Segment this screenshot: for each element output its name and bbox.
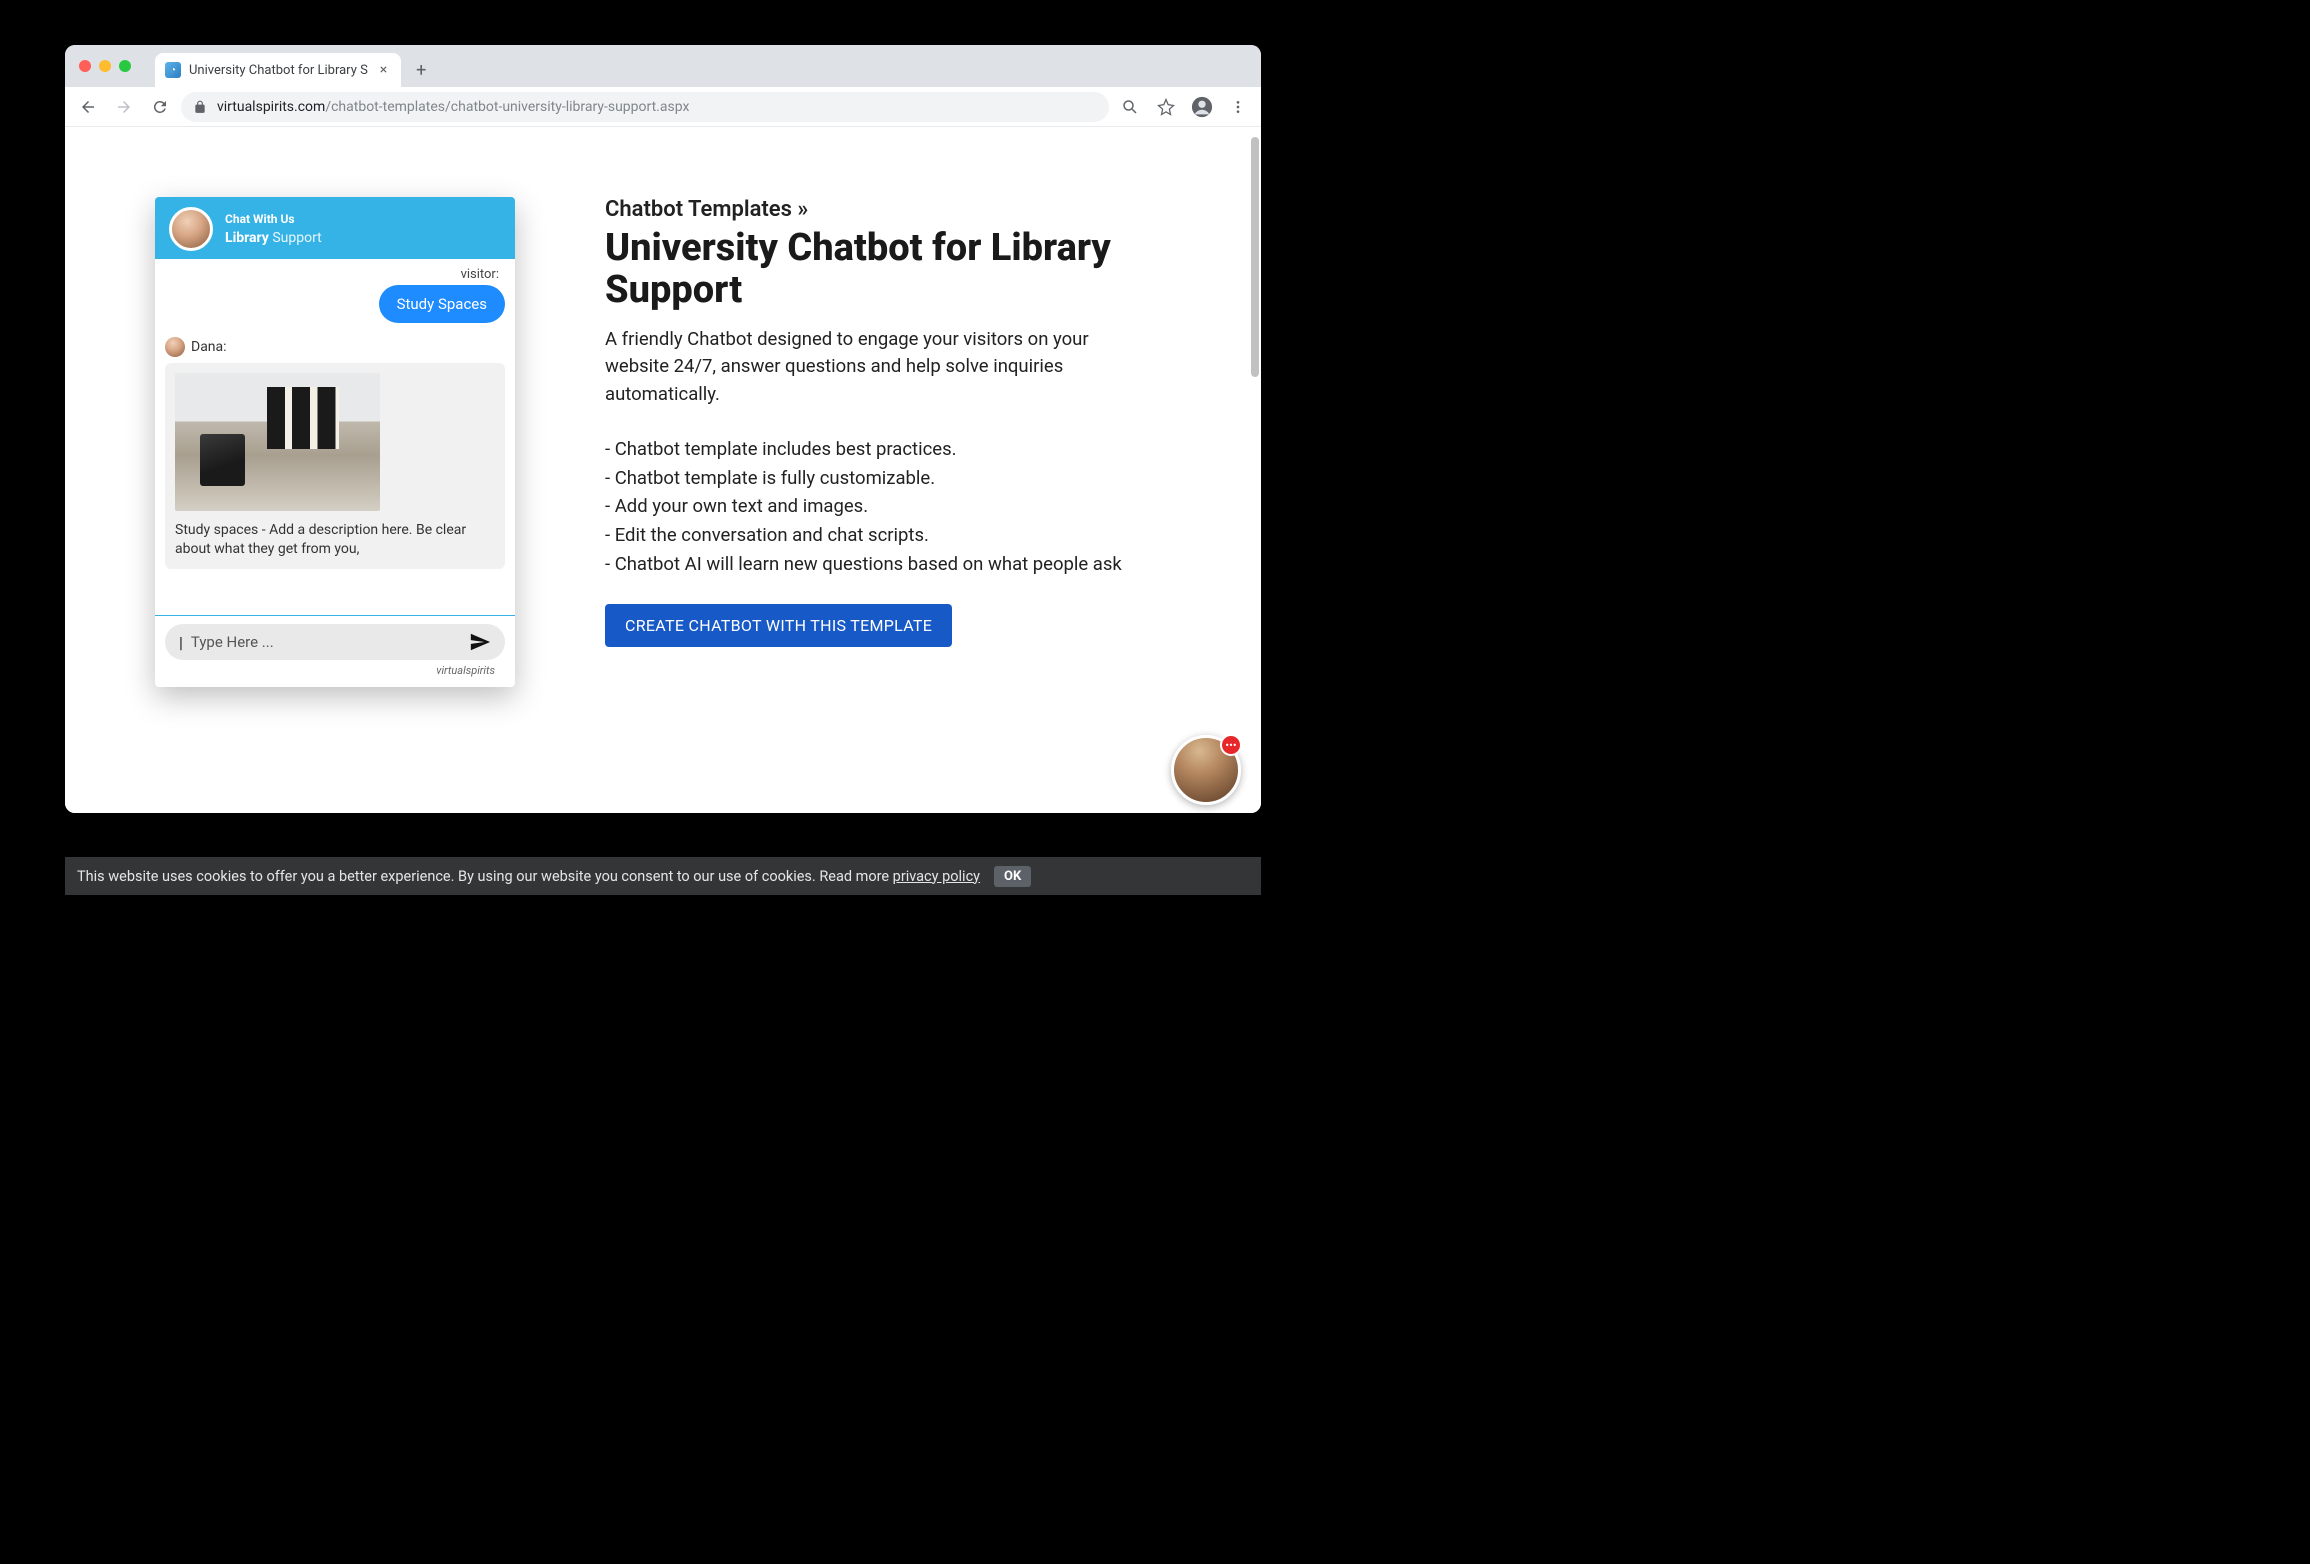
profile-avatar-icon[interactable] — [1187, 92, 1217, 122]
address-bar: virtualspirits.com/chatbot-templates/cha… — [65, 87, 1261, 127]
window-controls — [79, 45, 155, 87]
chat-notification-badge: ••• — [1220, 734, 1242, 756]
chat-input-row: | Type Here ... virtualspirits — [155, 615, 515, 687]
bot-name: Dana: — [191, 339, 227, 355]
feature-item: - Chatbot template is fully customizable… — [605, 464, 1201, 493]
template-info: Chatbot Templates » University Chatbot f… — [605, 157, 1201, 813]
browser-window: ◔ University Chatbot for Library S × + v… — [65, 45, 1261, 813]
feature-item: - Edit the conversation and chat scripts… — [605, 521, 1201, 550]
page-title: University Chatbot for Library Support — [605, 228, 1201, 312]
back-button[interactable] — [73, 92, 103, 122]
maximize-window-button[interactable] — [119, 60, 131, 72]
close-tab-button[interactable]: × — [376, 62, 391, 78]
agent-avatar — [169, 207, 213, 251]
study-space-image — [175, 373, 380, 511]
page-content: Chat With Us Library Support visitor: St… — [65, 127, 1261, 813]
reload-button[interactable] — [145, 92, 175, 122]
bot-name-row: Dana: — [165, 337, 505, 357]
tab-bar: ◔ University Chatbot for Library S × + — [65, 45, 1261, 87]
chat-footer-brand: virtualspirits — [165, 660, 505, 683]
text-cursor-icon: | — [179, 633, 183, 652]
chat-body: visitor: Study Spaces Dana: Study spaces… — [155, 259, 515, 615]
cookie-text: This website uses cookies to offer you a… — [77, 868, 980, 885]
floating-chat-launcher[interactable]: ••• — [1171, 735, 1241, 805]
chat-with-label: Chat With Us — [225, 212, 322, 226]
bookmark-star-icon[interactable] — [1151, 92, 1181, 122]
chat-text-input[interactable]: | Type Here ... — [165, 624, 505, 660]
url-input[interactable]: virtualspirits.com/chatbot-templates/cha… — [181, 92, 1109, 122]
page-scrollbar[interactable] — [1251, 137, 1259, 377]
cookie-ok-button[interactable]: OK — [994, 866, 1031, 887]
bot-message-card: Study spaces - Add a description here. B… — [165, 363, 505, 569]
tab-title: University Chatbot for Library S — [189, 63, 368, 78]
chat-widget: Chat With Us Library Support visitor: St… — [155, 197, 515, 687]
visitor-label: visitor: — [165, 267, 505, 282]
create-chatbot-button[interactable]: CREATE CHATBOT WITH THIS TEMPLATE — [605, 604, 952, 647]
bot-message-text: Study spaces - Add a description here. B… — [175, 521, 495, 559]
feature-item: - Add your own text and images. — [605, 492, 1201, 521]
url-text: virtualspirits.com/chatbot-templates/cha… — [217, 99, 689, 115]
new-tab-button[interactable]: + — [407, 56, 435, 84]
zoom-icon[interactable] — [1115, 92, 1145, 122]
browser-tab[interactable]: ◔ University Chatbot for Library S × — [155, 53, 401, 87]
feature-item: - Chatbot AI will learn new questions ba… — [605, 550, 1201, 579]
close-window-button[interactable] — [79, 60, 91, 72]
chat-header: Chat With Us Library Support — [155, 197, 515, 259]
feature-list: - Chatbot template includes best practic… — [605, 435, 1201, 578]
visitor-message-bubble: Study Spaces — [379, 285, 505, 323]
forward-button[interactable] — [109, 92, 139, 122]
feature-item: - Chatbot template includes best practic… — [605, 435, 1201, 464]
page-description: A friendly Chatbot designed to engage yo… — [605, 326, 1095, 409]
breadcrumb[interactable]: Chatbot Templates » — [605, 197, 1201, 222]
privacy-policy-link[interactable]: privacy policy — [893, 868, 980, 885]
tab-favicon-icon: ◔ — [165, 62, 181, 78]
minimize-window-button[interactable] — [99, 60, 111, 72]
bot-avatar-icon — [165, 337, 185, 357]
chat-placeholder: Type Here ... — [191, 633, 461, 651]
cookie-banner: This website uses cookies to offer you a… — [65, 857, 1261, 895]
kebab-menu-icon[interactable] — [1223, 92, 1253, 122]
chat-subtitle: Library Support — [225, 230, 322, 246]
lock-icon — [193, 100, 207, 114]
send-icon[interactable] — [469, 631, 491, 653]
